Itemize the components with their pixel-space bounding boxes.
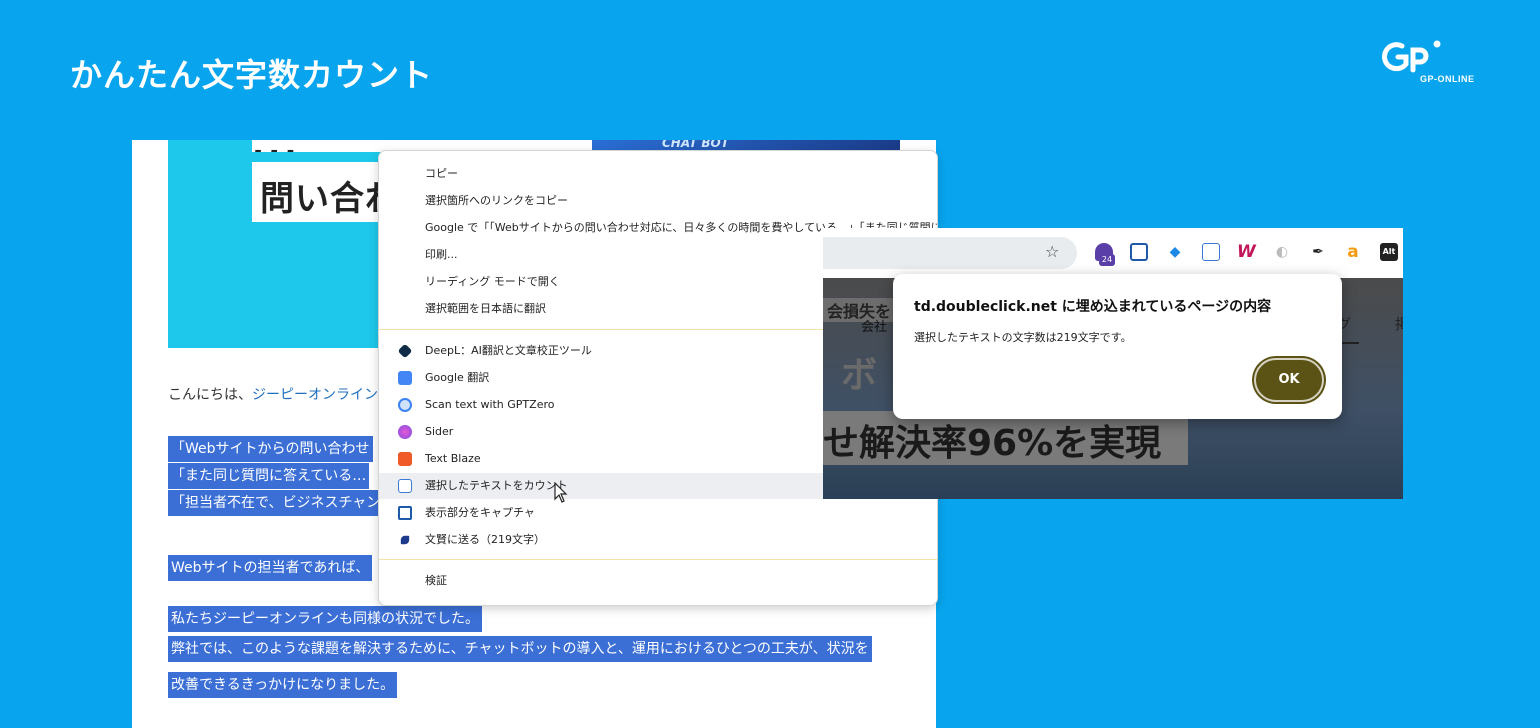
- menu-separator: [379, 559, 937, 560]
- selected-line: 「担当者不在で、ビジネスチャン: [168, 490, 384, 516]
- bg-label: 会社: [861, 320, 888, 335]
- logo-text: GP-ONLINE: [1420, 74, 1475, 84]
- deepl-icon: [397, 343, 413, 359]
- menu-item-capture[interactable]: 表示部分をキャプチャ: [379, 500, 937, 526]
- dialog-message: 選択したテキストの文字数は219文字です。: [914, 331, 1132, 344]
- page-title: かんたん文字数カウント: [70, 56, 434, 94]
- menu-item-copy[interactable]: コピー: [379, 161, 937, 187]
- bunken-icon: [400, 535, 410, 545]
- google-translate-icon: [398, 371, 412, 385]
- selected-line: 「また同じ質問に答えている…: [168, 463, 370, 489]
- w-extension-icon[interactable]: W: [1237, 243, 1256, 261]
- eyedropper-icon[interactable]: ✒: [1309, 243, 1327, 261]
- ok-button[interactable]: OK: [1254, 358, 1324, 402]
- selected-line: 私たちジーピーオンラインも同様の状況でした。: [168, 606, 482, 632]
- dialog-title: td.doubleclick.net に埋め込まれているページの内容: [914, 299, 1272, 315]
- selected-line: 改善できるきっかけになりました。: [168, 672, 398, 698]
- browser-toolbar: ☆ 24 ◆ W ◐ ✒ a Alt: [823, 228, 1403, 278]
- loading-extension-icon[interactable]: ◐: [1273, 243, 1291, 261]
- hero-photo-label: CHAT BOT: [662, 140, 729, 150]
- alert-dialog: td.doubleclick.net に埋め込まれているページの内容 選択したテ…: [893, 274, 1342, 419]
- sider-icon: [398, 425, 412, 439]
- capture-icon: [398, 506, 412, 520]
- selected-line: 「Webサイトからの問い合わせ: [168, 436, 373, 462]
- count-extension-icon[interactable]: [1202, 243, 1220, 261]
- bg-heading: ボ: [841, 355, 878, 396]
- capture-extension-icon[interactable]: [1130, 243, 1148, 261]
- greeting-link[interactable]: ジーピーオンライン: [252, 387, 378, 403]
- text-blaze-icon: [398, 452, 412, 466]
- hero-photo: [588, 140, 900, 150]
- selected-line: Webサイトの担当者であれば、: [168, 555, 373, 581]
- gp-logo-icon: [1382, 40, 1441, 73]
- bookmark-star-icon[interactable]: ☆: [1045, 242, 1059, 261]
- address-bar[interactable]: [823, 237, 1077, 269]
- mouse-cursor-icon: [554, 482, 568, 503]
- alt-extension-icon[interactable]: Alt: [1380, 243, 1398, 261]
- extension-badge: 24: [1099, 254, 1115, 266]
- tag-extension-icon[interactable]: ◆: [1166, 243, 1184, 261]
- count-text-icon: [398, 479, 412, 493]
- bg-heading: せ解決率96%を実現: [823, 423, 1162, 464]
- amazon-extension-icon[interactable]: a: [1344, 243, 1362, 261]
- selected-line: 弊社では、このような課題を解決するために、チャットボットの導入と、運用におけるひ…: [168, 636, 872, 662]
- menu-item-inspect[interactable]: 検証: [379, 568, 937, 594]
- greeting: こんにちは、ジーピーオンライン: [168, 387, 378, 403]
- gp-online-logo: GP-ONLINE: [1380, 38, 1490, 88]
- gptzero-icon: [398, 398, 412, 412]
- menu-item-bunken[interactable]: 文賢に送る（219文字）: [379, 527, 937, 553]
- menu-item-copy-link[interactable]: 選択箇所へのリンクをコピー: [379, 188, 937, 214]
- bg-nav-item: 掲: [1395, 317, 1403, 333]
